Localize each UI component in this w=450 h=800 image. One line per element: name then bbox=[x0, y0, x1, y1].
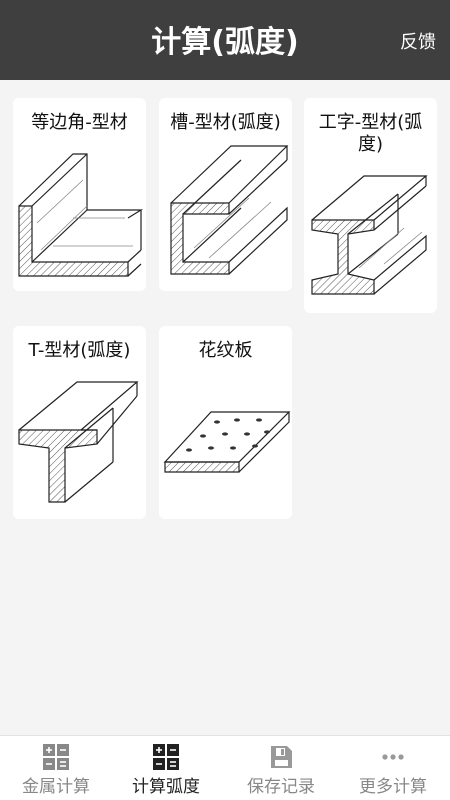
app-header: 计算(弧度) 反馈 bbox=[0, 0, 450, 80]
page-title: 计算(弧度) bbox=[151, 25, 299, 60]
card-i-beam[interactable]: 工字-型材(弧度) bbox=[304, 98, 437, 313]
tab-label: 计算弧度 bbox=[132, 777, 200, 797]
tab-label: 更多计算 bbox=[359, 777, 427, 797]
tab-label: 保存记录 bbox=[247, 777, 315, 797]
calculator-icon bbox=[43, 744, 69, 770]
tab-more-calc[interactable]: 更多计算 bbox=[337, 736, 449, 800]
i-beam-diagram bbox=[311, 175, 428, 295]
card-t-section[interactable]: T-型材(弧度) bbox=[13, 326, 146, 519]
card-checker-plate[interactable]: 花纹板 bbox=[159, 326, 292, 519]
t-section-diagram bbox=[18, 381, 139, 503]
channel-diagram bbox=[170, 145, 289, 275]
calculator-icon bbox=[153, 744, 179, 770]
feedback-button[interactable]: 反馈 bbox=[400, 30, 436, 56]
card-channel[interactable]: 槽-型材(弧度) bbox=[159, 98, 292, 291]
bottom-tab-bar: 金属计算 计算弧度 保存记录 更多计算 bbox=[0, 735, 450, 800]
tab-metal-calc[interactable]: 金属计算 bbox=[0, 736, 112, 800]
equal-angle-diagram bbox=[18, 153, 144, 277]
card-equal-angle[interactable]: 等边角-型材 bbox=[13, 98, 146, 291]
more-dots-icon bbox=[382, 754, 404, 760]
checker-plate-diagram bbox=[163, 411, 291, 473]
tab-label: 金属计算 bbox=[22, 777, 90, 797]
tab-saved-records[interactable]: 保存记录 bbox=[225, 736, 337, 800]
save-icon bbox=[271, 746, 292, 768]
tab-arc-calc[interactable]: 计算弧度 bbox=[110, 736, 222, 800]
